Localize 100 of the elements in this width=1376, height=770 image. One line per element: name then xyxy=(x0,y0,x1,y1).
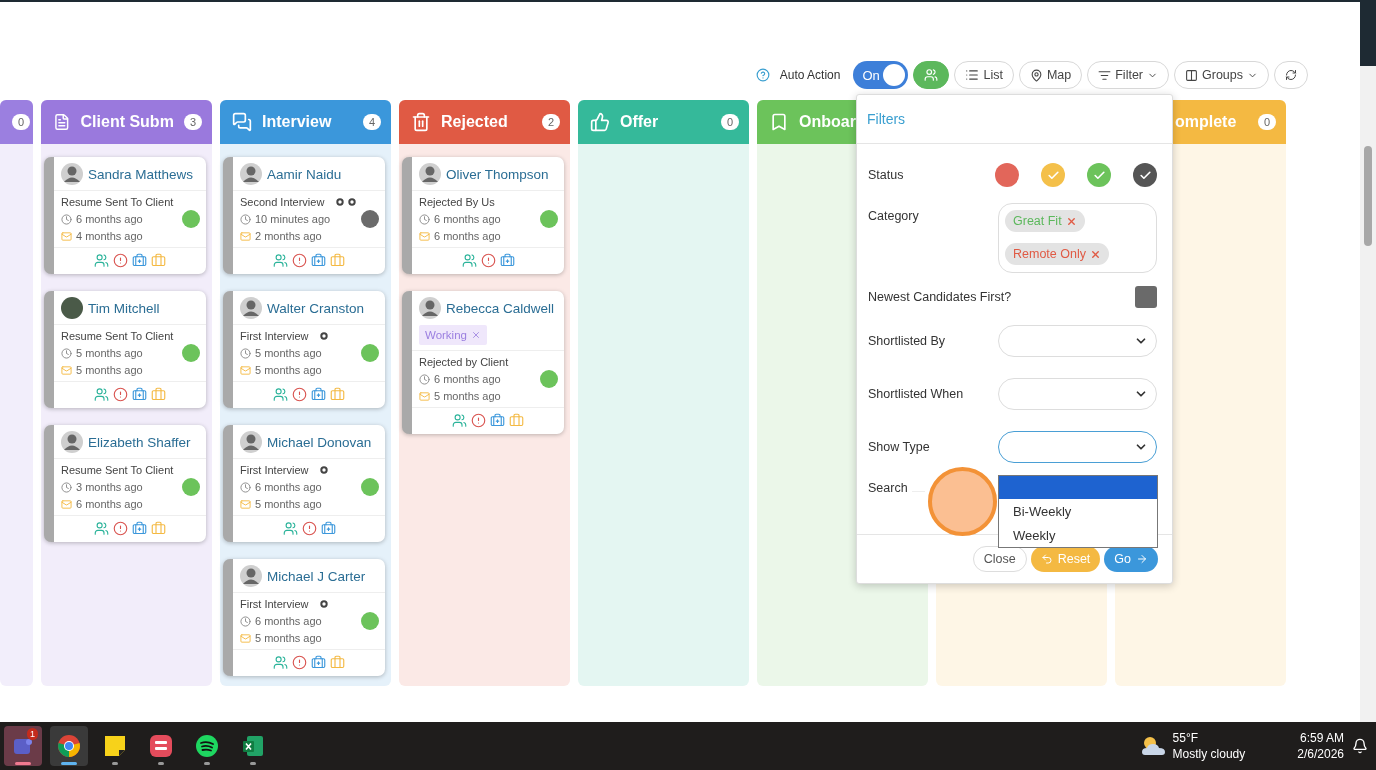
mail-icon xyxy=(61,230,72,242)
mail-icon xyxy=(61,498,72,510)
candidate-card[interactable]: Michael Donovan First Interview 6 months ago 5 months ago xyxy=(223,425,385,542)
alert-icon[interactable] xyxy=(471,413,486,428)
field-label: Category xyxy=(868,209,919,223)
clock-date[interactable]: 2/6/2026 xyxy=(1297,746,1344,762)
candidate-name[interactable]: Aamir Naidu xyxy=(267,166,342,182)
candidate-card[interactable]: Michael J Carter First Interview 6 months ago 5 months ago xyxy=(223,559,385,676)
candidate-name[interactable]: Elizabeth Shaffer xyxy=(88,434,191,450)
briefcase-icon[interactable] xyxy=(330,253,345,268)
briefcase-icon[interactable] xyxy=(330,655,345,670)
created-time: 6 months ago xyxy=(255,615,322,627)
count-badge: 0 xyxy=(720,114,739,130)
medical-briefcase-icon[interactable] xyxy=(132,387,147,402)
remove-icon[interactable] xyxy=(1065,215,1077,227)
briefcase-icon[interactable] xyxy=(151,253,166,268)
browser-icon xyxy=(57,734,81,758)
alert-icon[interactable] xyxy=(292,387,307,402)
clock-time[interactable]: 6:59 AM xyxy=(1299,730,1344,746)
auto-action-toggle[interactable]: On xyxy=(853,61,909,89)
briefcase-icon[interactable] xyxy=(509,413,524,428)
filter-button[interactable]: Filter xyxy=(1087,61,1169,89)
people-icon[interactable] xyxy=(452,413,467,428)
medical-briefcase-icon[interactable] xyxy=(311,655,326,670)
arrow-icon xyxy=(1136,553,1148,565)
people-icon[interactable] xyxy=(94,521,109,536)
notification-icon[interactable] xyxy=(1352,738,1368,754)
newest-checkbox[interactable] xyxy=(1135,286,1157,308)
list-button[interactable]: List xyxy=(954,61,1014,89)
scrollbar[interactable] xyxy=(1360,0,1376,722)
groups-button[interactable]: Groups xyxy=(1174,61,1269,89)
medical-briefcase-icon[interactable] xyxy=(320,521,336,536)
check-icon xyxy=(1092,168,1106,182)
map-pin-icon xyxy=(1029,68,1043,82)
medical-briefcase-icon[interactable] xyxy=(490,413,505,428)
stage-text: Rejected by Client xyxy=(419,356,509,368)
status-option[interactable] xyxy=(995,163,1019,187)
alert-icon[interactable] xyxy=(301,521,317,536)
medical-briefcase-icon[interactable] xyxy=(132,253,147,268)
status-option[interactable] xyxy=(1133,163,1157,187)
alert-icon[interactable] xyxy=(292,253,307,268)
alert-icon[interactable] xyxy=(113,253,128,268)
medical-briefcase-icon[interactable] xyxy=(311,253,326,268)
candidate-name[interactable]: Rebecca Caldwell xyxy=(446,300,555,316)
cloudy-moon-icon xyxy=(1140,735,1167,757)
candidate-name[interactable]: Sandra Matthews xyxy=(88,166,194,182)
alert-icon[interactable] xyxy=(113,387,128,402)
candidate-name[interactable]: Tim Mitchell xyxy=(88,300,160,316)
candidate-name[interactable]: Michael Donovan xyxy=(267,434,372,450)
candidate-card[interactable]: Walter Cranston First Interview 5 months ago 5 months ago xyxy=(223,291,385,408)
candidate-name[interactable]: Michael J Carter xyxy=(267,568,366,584)
medical-briefcase-icon[interactable] xyxy=(499,253,515,268)
alert-icon[interactable] xyxy=(292,655,307,670)
briefcase-icon[interactable] xyxy=(151,521,166,536)
filter-icon xyxy=(1098,68,1112,82)
briefcase-icon[interactable] xyxy=(330,387,345,402)
stage-text: First Interview xyxy=(240,464,309,476)
refresh-icon xyxy=(1285,69,1297,81)
taskbar-app[interactable]: 1 xyxy=(4,726,42,766)
alert-icon[interactable] xyxy=(480,253,496,268)
column-title: omplete xyxy=(1175,113,1237,131)
people-icon[interactable] xyxy=(94,253,109,268)
close-button[interactable]: Close xyxy=(972,546,1027,572)
refresh-button[interactable] xyxy=(1274,61,1308,89)
chat-icon xyxy=(232,112,252,132)
candidate-name[interactable]: Oliver Thompson xyxy=(446,166,549,182)
remove-icon[interactable] xyxy=(1089,248,1101,260)
mail-icon xyxy=(240,230,251,242)
candidate-card[interactable]: Oliver Thompson Rejected By Us 6 months ago 6 months ago xyxy=(402,157,564,274)
ring-icon xyxy=(320,600,329,608)
people-icon[interactable] xyxy=(282,521,298,536)
people-icon[interactable] xyxy=(273,253,288,268)
stage-text: First Interview xyxy=(240,598,309,610)
people-icon[interactable] xyxy=(94,387,109,402)
candidate-name[interactable]: Walter Cranston xyxy=(267,300,365,316)
medical-briefcase-icon[interactable] xyxy=(311,387,326,402)
created-time: 6 months ago xyxy=(434,213,501,225)
medical-briefcase-icon[interactable] xyxy=(132,521,147,536)
map-button[interactable]: Map xyxy=(1018,61,1083,89)
people-button[interactable] xyxy=(913,61,950,89)
candidate-card[interactable]: Rebecca Caldwell Working Rejected by Client 6 months ago 5 months ago xyxy=(402,291,564,434)
mail-icon xyxy=(240,498,251,510)
people-icon[interactable] xyxy=(273,387,288,402)
remove-icon[interactable] xyxy=(470,330,481,340)
people-icon[interactable] xyxy=(273,655,288,670)
candidate-card[interactable]: Elizabeth Shaffer Resume Sent To Client 3 months ago 6 months ago xyxy=(44,425,206,542)
briefcase-icon[interactable] xyxy=(151,387,166,402)
check-icon xyxy=(1138,168,1152,182)
panel-title: Filters xyxy=(867,111,906,127)
help-icon[interactable] xyxy=(755,68,770,82)
candidate-card[interactable]: Tim Mitchell Resume Sent To Client 5 months ago 5 months ago xyxy=(44,291,206,408)
candidate-card[interactable]: Sandra Matthews Resume Sent To Client 6 months ago 4 months ago xyxy=(44,157,206,274)
count-badge: 0 xyxy=(1257,114,1276,130)
candidate-card[interactable]: Aamir Naidu Second Interview 10 minutes ago 2 months ago xyxy=(223,157,385,274)
taskbar-app[interactable] xyxy=(50,726,88,766)
undo-icon xyxy=(1040,553,1053,565)
alert-icon[interactable] xyxy=(113,521,128,536)
people-icon[interactable] xyxy=(461,253,477,268)
bookmark-icon xyxy=(769,112,789,132)
spreadsheet-icon xyxy=(241,734,265,758)
